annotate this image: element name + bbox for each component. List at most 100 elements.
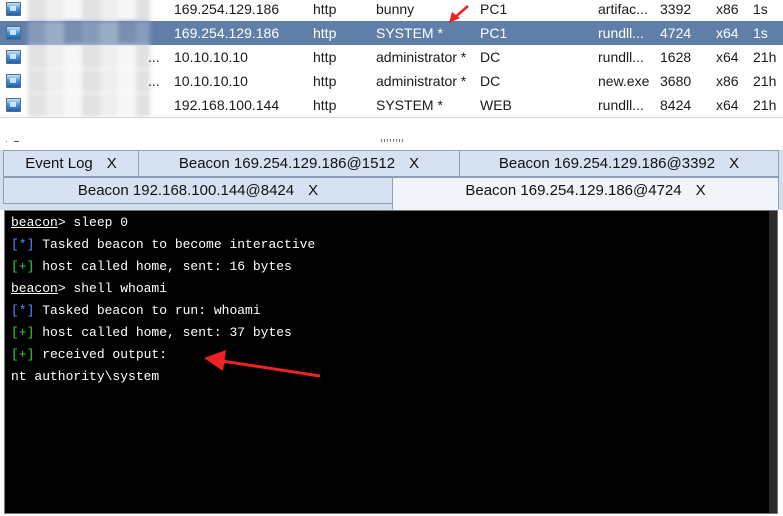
console-output: nt authority\system — [11, 369, 160, 384]
process-cell: rundll... — [598, 25, 644, 41]
success-tag: [+] — [11, 347, 35, 362]
process-cell: rundll... — [598, 49, 644, 65]
success-tag: [+] — [11, 325, 35, 340]
tab-label: Beacon 169.254.129.186@1512 — [178, 155, 396, 172]
info-tag: [*] — [11, 303, 35, 318]
computer-cell: DC — [480, 73, 501, 89]
tab-beacon-1512[interactable]: Beacon 169.254.129.186@1512 X — [138, 150, 460, 177]
arch-cell: x64 — [716, 97, 739, 113]
success-tag: [+] — [11, 259, 35, 274]
listener-cell: http — [313, 1, 337, 17]
close-tab-icon[interactable]: X — [409, 155, 419, 172]
windows-os-icon — [6, 2, 21, 16]
console-text: received output: — [34, 347, 168, 362]
split-pane-grip[interactable] — [381, 139, 403, 142]
pid-cell: 1628 — [660, 49, 692, 65]
redacted-external-ip — [28, 45, 150, 69]
internal-ip-cell: 10.10.10.10 — [174, 73, 248, 89]
beacon-console[interactable]: beacon> sleep 0 [*] Tasked beacon to bec… — [4, 210, 778, 514]
tab-bar: Event Log X Beacon 169.254.129.186@1512 X … — [0, 150, 783, 210]
computer-cell: PC1 — [480, 1, 508, 17]
user-cell: bunny — [376, 1, 415, 17]
computer-cell: PC1 — [480, 25, 508, 41]
tab-beacon-4724[interactable]: Beacon 169.254.129.186@4724 X — [392, 177, 779, 210]
computer-cell: WEB — [480, 97, 512, 113]
console-scrollbar[interactable] — [769, 211, 777, 513]
tab-label: Beacon 169.254.129.186@3392 — [498, 155, 716, 172]
console-line: [*] Tasked beacon to run: whoami — [11, 303, 261, 318]
close-tab-icon[interactable]: X — [308, 182, 318, 199]
session-row-selected[interactable]: 169.254.129.186 http SYSTEM * PC1 rundll… — [0, 21, 783, 45]
last-cell: 21h — [753, 49, 777, 65]
console-text: host called home, sent: 37 bytes — [34, 325, 292, 340]
console-line: [+] host called home, sent: 16 bytes — [11, 259, 292, 274]
console-text: host called home, sent: 16 bytes — [34, 259, 292, 274]
info-tag: [*] — [11, 237, 35, 252]
listener-cell: http — [313, 73, 337, 89]
tab-beacon-8424[interactable]: Beacon 192.168.100.144@8424 X — [3, 177, 393, 204]
close-tab-icon[interactable]: X — [107, 155, 117, 172]
last-cell: 1s — [753, 25, 768, 41]
windows-os-icon — [6, 50, 21, 64]
console-line: beacon> sleep 0 — [11, 215, 128, 230]
console-line: [+] received output: — [11, 347, 167, 362]
internal-ip-cell: 10.10.10.10 — [174, 49, 248, 65]
arch-cell: x86 — [716, 73, 739, 89]
pid-cell: 4724 — [660, 25, 692, 41]
close-tab-icon[interactable]: X — [696, 182, 706, 199]
redacted-external-ip — [28, 21, 150, 45]
redacted-external-ip — [28, 0, 150, 21]
beacon-prompt: beacon — [11, 215, 58, 230]
tab-label: Beacon 192.168.100.144@8424 — [77, 182, 295, 199]
console-line: beacon> shell whoami — [11, 281, 167, 296]
console-line: [*] Tasked beacon to become interactive — [11, 237, 315, 252]
external-cell: ... — [148, 73, 160, 89]
computer-cell: DC — [480, 49, 501, 65]
arch-cell: x64 — [716, 49, 739, 65]
listener-cell: http — [313, 25, 337, 41]
arch-cell: x64 — [716, 25, 739, 41]
user-cell: administrator * — [376, 49, 467, 65]
console-text: Tasked beacon to become interactive — [34, 237, 316, 252]
process-cell: new.exe — [598, 73, 650, 89]
process-cell: artifac... — [598, 1, 648, 17]
external-cell: ... — [148, 49, 160, 65]
internal-ip-cell: 169.254.129.186 — [174, 25, 280, 41]
redacted-external-ip — [28, 93, 150, 117]
collapse-down-icon[interactable]: ▼ — [12, 138, 21, 142]
tab-beacon-3392[interactable]: Beacon 169.254.129.186@3392 X — [459, 150, 779, 177]
close-tab-icon[interactable]: X — [729, 155, 739, 172]
last-cell: 1s — [753, 1, 768, 17]
pid-cell: 3680 — [660, 73, 692, 89]
windows-os-icon — [6, 98, 21, 112]
user-cell: SYSTEM * — [376, 97, 443, 113]
redacted-external-ip — [28, 69, 150, 93]
pid-cell: 3392 — [660, 1, 692, 17]
console-text: Tasked beacon to run: whoami — [34, 303, 261, 318]
console-text: > shell whoami — [57, 281, 168, 296]
user-cell: SYSTEM * — [376, 25, 443, 41]
listener-cell: http — [313, 97, 337, 113]
session-row[interactable]: ... 10.10.10.10 http administrator * DC … — [0, 69, 783, 93]
tab-event-log[interactable]: Event Log X — [3, 150, 139, 177]
session-table: 169.254.129.186 http bunny PC1 artifac..… — [0, 0, 783, 142]
beacon-prompt: beacon — [11, 281, 58, 296]
collapse-up-icon[interactable]: ▲ — [2, 138, 11, 142]
console-line: [+] host called home, sent: 37 bytes — [11, 325, 292, 340]
tab-label: Beacon 169.254.129.186@4724 — [465, 182, 682, 199]
last-cell: 21h — [753, 73, 777, 89]
user-cell: administrator * — [376, 73, 467, 89]
internal-ip-cell: 192.168.100.144 — [174, 97, 280, 113]
session-row[interactable]: 192.168.100.144 http SYSTEM * WEB rundll… — [0, 93, 783, 117]
windows-os-icon — [6, 26, 21, 40]
pid-cell: 8424 — [660, 97, 692, 113]
arch-cell: x86 — [716, 1, 739, 17]
session-row[interactable]: 169.254.129.186 http bunny PC1 artifac..… — [0, 0, 783, 21]
listener-cell: http — [313, 49, 337, 65]
windows-os-icon — [6, 74, 21, 88]
session-row[interactable]: ... 10.10.10.10 http administrator * DC … — [0, 45, 783, 69]
process-cell: rundll... — [598, 97, 644, 113]
console-text: > sleep 0 — [57, 215, 129, 230]
internal-ip-cell: 169.254.129.186 — [174, 1, 280, 17]
tab-label: Event Log — [25, 155, 93, 172]
